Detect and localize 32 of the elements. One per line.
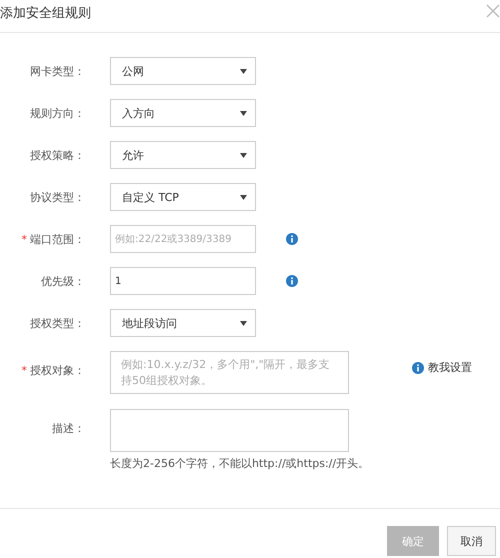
field-label: 授权对象： xyxy=(30,364,85,377)
field-label: 描述： xyxy=(52,422,85,435)
hint-text: 长度为2-256个字符，不能以http://或https://开头。 xyxy=(110,456,370,471)
field-label: 网卡类型： xyxy=(30,64,85,78)
required-mark: * xyxy=(22,364,27,377)
dialog-title: 添加安全组规则 xyxy=(0,5,91,22)
caret-icon xyxy=(240,110,247,116)
field-label: 规则方向： xyxy=(30,106,85,120)
info-icon xyxy=(412,362,424,374)
select-field[interactable]: 公网 xyxy=(110,57,256,85)
field-label: 授权策略： xyxy=(30,148,85,162)
input-field[interactable] xyxy=(110,409,349,452)
input-field[interactable]: 例如:22/22或3389/3389 xyxy=(110,225,256,253)
caret-icon xyxy=(240,194,247,200)
field-label: 端口范围： xyxy=(30,232,85,246)
field-label: 授权类型： xyxy=(30,316,85,330)
field-label: 协议类型： xyxy=(30,190,85,204)
info-icon[interactable] xyxy=(286,233,298,245)
caret-icon xyxy=(240,152,247,158)
required-mark: * xyxy=(22,232,27,246)
select-field[interactable]: 允许 xyxy=(110,141,256,169)
select-field[interactable]: 地址段访问 xyxy=(110,309,256,337)
info-icon[interactable] xyxy=(286,275,298,287)
input-field[interactable]: 1 xyxy=(110,267,256,295)
dialog-button[interactable]: 取消 xyxy=(447,526,496,556)
field-label: 优先级： xyxy=(41,274,85,288)
caret-icon xyxy=(240,68,247,74)
select-field[interactable]: 入方向 xyxy=(110,99,256,127)
input-field[interactable]: 例如:10.x.y.z/32，多个用","隔开，最多支持50组授权对象。 xyxy=(110,351,349,394)
help-link[interactable]: 教我设置 xyxy=(428,360,472,375)
select-field[interactable]: 自定义 TCP xyxy=(110,183,256,211)
caret-icon xyxy=(240,320,247,326)
